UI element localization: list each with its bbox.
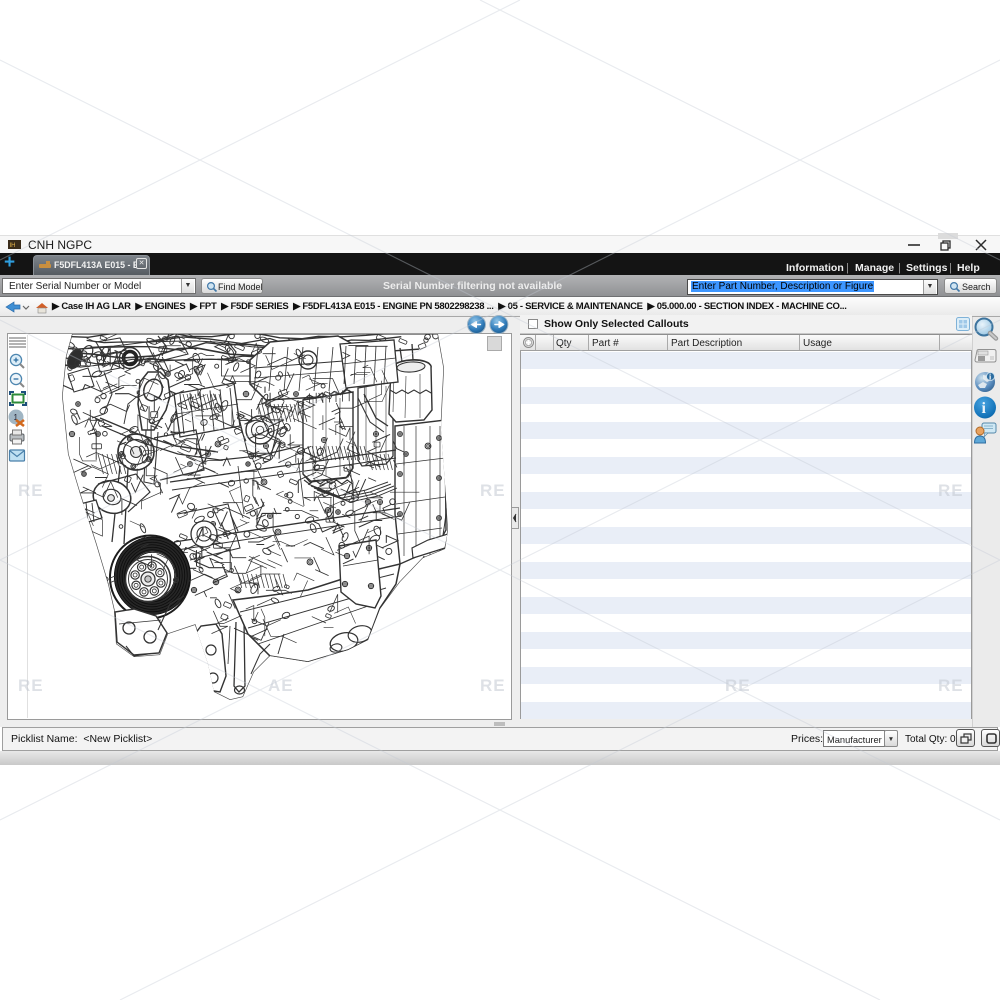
svg-text:IH: IH <box>10 243 16 249</box>
svg-text:i: i <box>982 400 987 417</box>
